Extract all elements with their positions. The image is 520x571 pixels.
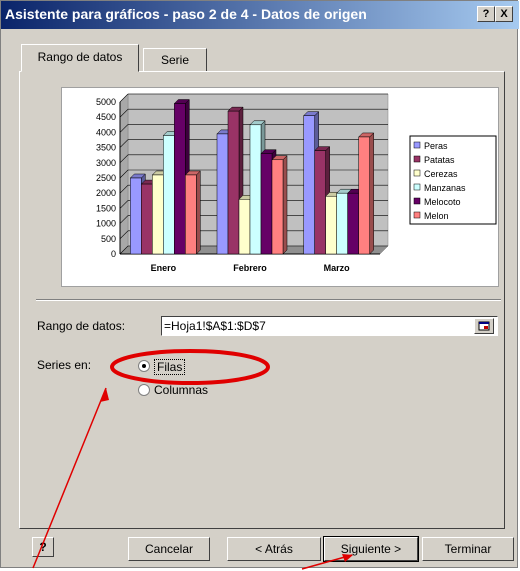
highlight-ellipse [110, 349, 270, 385]
annotation-overlay [32, 349, 353, 570]
arrowhead-next [342, 554, 353, 562]
tab-rango-de-datos[interactable]: Rango de datos [21, 44, 139, 72]
annotation-arrow-radio [32, 387, 107, 569]
